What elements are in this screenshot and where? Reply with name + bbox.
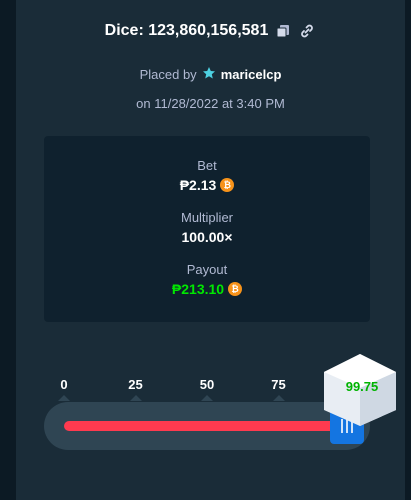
bitcoin-icon: ₿ bbox=[228, 282, 243, 296]
bet-title: Dice: 123,860,156,581 bbox=[104, 22, 269, 39]
bet-label: Bet bbox=[197, 158, 217, 173]
multiplier-stat: Multiplier 100.00× bbox=[44, 210, 370, 245]
background-right bbox=[405, 0, 411, 500]
vip-star-icon bbox=[202, 66, 216, 83]
slider-tick-mark bbox=[129, 395, 142, 401]
bet-title-row: Dice: 123,860,156,581 bbox=[16, 22, 405, 40]
slider-tick-mark bbox=[201, 395, 213, 401]
bet-stats-card: Bet ₱2.13 ₿ Multiplier 100.00× Payout ₱2… bbox=[44, 136, 370, 322]
payout-value-row: ₱213.10 ₿ bbox=[44, 281, 370, 297]
roll-result: 99.75 bbox=[345, 379, 379, 394]
slider-tick-label: 25 bbox=[128, 377, 143, 392]
placed-by-label: Placed by bbox=[139, 67, 197, 82]
username-link[interactable]: maricelcp bbox=[221, 67, 282, 82]
slider-tick-label: 0 bbox=[60, 377, 68, 392]
payout-stat: Payout ₱213.10 ₿ bbox=[44, 262, 370, 297]
bet-date: on 11/28/2022 at 3:40 PM bbox=[136, 96, 285, 111]
link-icon[interactable] bbox=[298, 22, 316, 40]
bet-value: ₱2.13 bbox=[179, 177, 217, 193]
bet-value-row: ₱2.13 ₿ bbox=[44, 177, 370, 193]
bet-details-modal: Dice: 123,860,156,581 Placed by maricelc… bbox=[16, 0, 405, 500]
background-left bbox=[0, 0, 16, 500]
slider-track bbox=[64, 421, 350, 431]
payout-label: Payout bbox=[186, 262, 228, 277]
payout-value: ₱213.10 bbox=[171, 281, 225, 297]
slider-tick-label: 75 bbox=[271, 377, 286, 392]
bitcoin-icon: ₿ bbox=[220, 178, 235, 192]
placed-by-row: Placed by maricelcp bbox=[16, 66, 405, 83]
copy-icon[interactable] bbox=[274, 22, 292, 40]
multiplier-value: 100.00× bbox=[181, 229, 233, 245]
slider-tick-mark bbox=[58, 395, 70, 401]
slider-tick-label: 50 bbox=[199, 377, 215, 392]
bet-stat: Bet ₱2.13 ₿ bbox=[44, 158, 370, 193]
slider-tick-mark bbox=[272, 395, 285, 401]
multiplier-label: Multiplier bbox=[180, 210, 233, 225]
